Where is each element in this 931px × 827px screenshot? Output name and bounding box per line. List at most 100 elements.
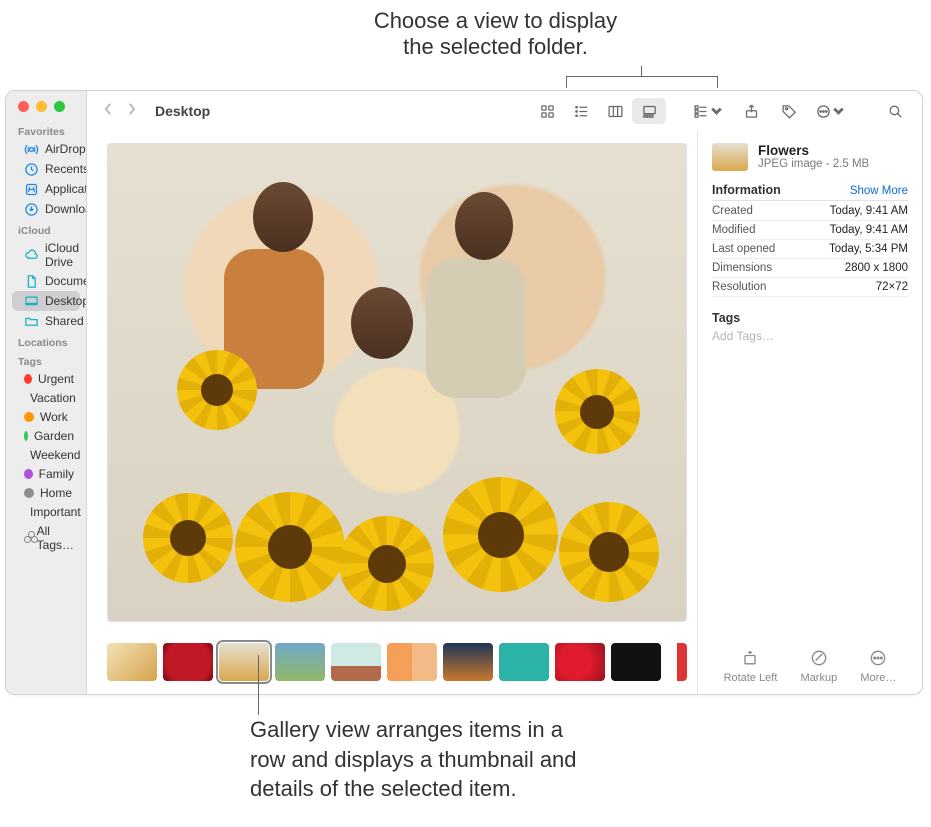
tag-button[interactable] bbox=[772, 98, 806, 124]
action-label: Markup bbox=[801, 672, 838, 684]
markup-button[interactable]: Markup bbox=[801, 648, 838, 684]
icon-view-button[interactable] bbox=[530, 98, 564, 124]
minimize-window-button[interactable] bbox=[36, 101, 47, 112]
window-title: Desktop bbox=[155, 103, 210, 119]
applications-icon bbox=[24, 182, 39, 197]
thumbnail-item[interactable] bbox=[611, 643, 661, 681]
column-view-button[interactable] bbox=[598, 98, 632, 124]
list-view-button[interactable] bbox=[564, 98, 598, 124]
sidebar-tag-garden[interactable]: Garden bbox=[12, 426, 80, 445]
sidebar-item-label: Downloads bbox=[45, 202, 87, 216]
sidebar-tag-urgent[interactable]: Urgent bbox=[12, 369, 80, 388]
sidebar-item-label: Work bbox=[40, 410, 68, 424]
annotation-bottom-text: Gallery view arranges items in a row and… bbox=[250, 717, 577, 801]
back-button[interactable] bbox=[103, 102, 114, 121]
sidebar-section-favorites: Favorites bbox=[6, 120, 86, 139]
info-key: Created bbox=[712, 205, 753, 217]
sidebar-item-documents[interactable]: Documents bbox=[12, 271, 80, 291]
thumbnail-item[interactable] bbox=[667, 643, 687, 681]
sidebar-tag-family[interactable]: Family bbox=[12, 464, 80, 483]
info-key: Modified bbox=[712, 224, 755, 236]
inspector-info-header: Information Show More bbox=[712, 183, 908, 201]
clock-icon bbox=[24, 162, 39, 177]
forward-button[interactable] bbox=[126, 102, 137, 121]
sidebar-item-airdrop[interactable]: AirDrop bbox=[12, 139, 80, 159]
sidebar-item-label: Documents bbox=[45, 274, 87, 288]
show-more-link[interactable]: Show More bbox=[850, 185, 908, 197]
downloads-icon bbox=[24, 202, 39, 217]
thumbnail-strip[interactable] bbox=[107, 630, 687, 688]
sidebar-item-icloud-drive[interactable]: iCloud Drive bbox=[12, 238, 80, 271]
info-row: CreatedToday, 9:41 AM bbox=[712, 202, 908, 221]
sidebar-item-label: Desktop bbox=[45, 294, 87, 308]
rotate-left-button[interactable]: Rotate Left bbox=[724, 648, 778, 684]
callout-stem bbox=[641, 66, 642, 76]
sidebar-tag-weekend[interactable]: Weekend bbox=[12, 445, 80, 464]
sidebar-tag-work[interactable]: Work bbox=[12, 407, 80, 426]
tag-dot-icon bbox=[24, 488, 34, 498]
search-button[interactable] bbox=[878, 98, 912, 124]
fullscreen-window-button[interactable] bbox=[54, 101, 65, 112]
action-menu-button[interactable] bbox=[810, 98, 852, 124]
thumbnail-item[interactable] bbox=[555, 643, 605, 681]
sidebar-section-locations[interactable]: Locations bbox=[6, 331, 86, 350]
more-actions-button[interactable]: More… bbox=[860, 648, 896, 684]
sidebar-item-label: AirDrop bbox=[45, 142, 86, 156]
sidebar-item-label: Important bbox=[30, 505, 81, 519]
info-row: Resolution 72×72 bbox=[712, 278, 908, 297]
info-key: Resolution bbox=[712, 281, 766, 293]
sidebar-item-applications[interactable]: Applications bbox=[12, 179, 80, 199]
action-label: Rotate Left bbox=[724, 672, 778, 684]
preview-image bbox=[108, 144, 686, 621]
info-key: Last opened bbox=[712, 243, 775, 255]
thumbnail-item[interactable] bbox=[499, 643, 549, 681]
gallery-area bbox=[87, 131, 697, 694]
sidebar-item-desktop[interactable]: Desktop bbox=[12, 291, 80, 311]
sidebar-all-tags[interactable]: All Tags… bbox=[12, 521, 80, 554]
inspector-panel: Flowers JPEG image - 2.5 MB Information … bbox=[697, 131, 922, 694]
tag-dot-icon bbox=[24, 412, 34, 422]
thumbnail-item[interactable] bbox=[387, 643, 437, 681]
sidebar-item-label: Shared bbox=[45, 314, 84, 328]
sidebar-item-label: Home bbox=[40, 486, 72, 500]
thumbnail-item[interactable] bbox=[107, 643, 157, 681]
thumbnail-item-selected[interactable] bbox=[219, 643, 269, 681]
inspector-subtitle: JPEG image - 2.5 MB bbox=[758, 158, 869, 170]
gallery-preview[interactable] bbox=[107, 143, 687, 622]
sidebar-tag-important[interactable]: Important bbox=[12, 502, 80, 521]
sidebar-item-label: Vacation bbox=[30, 391, 76, 405]
window-controls bbox=[6, 91, 86, 120]
thumbnail-item[interactable] bbox=[443, 643, 493, 681]
info-value: 72×72 bbox=[876, 281, 908, 293]
tag-dot-icon bbox=[24, 431, 28, 441]
sidebar-item-recents[interactable]: Recents bbox=[12, 159, 80, 179]
sidebar-item-label: Urgent bbox=[38, 372, 74, 386]
inspector-thumbnail bbox=[712, 143, 748, 171]
sidebar: Favorites AirDrop Recents Applications D… bbox=[6, 91, 87, 694]
sidebar-item-label: iCloud Drive bbox=[45, 241, 79, 269]
tags-header: Tags bbox=[712, 311, 908, 325]
sidebar-tag-vacation[interactable]: Vacation bbox=[12, 388, 80, 407]
toolbar: Desktop bbox=[87, 91, 922, 131]
inspector-header: Flowers JPEG image - 2.5 MB bbox=[712, 143, 908, 171]
thumbnail-item[interactable] bbox=[163, 643, 213, 681]
desktop-icon bbox=[24, 294, 39, 309]
sidebar-tag-home[interactable]: Home bbox=[12, 483, 80, 502]
add-tags-field[interactable]: Add Tags… bbox=[712, 329, 908, 343]
thumbnail-item[interactable] bbox=[275, 643, 325, 681]
thumbnail-item[interactable] bbox=[331, 643, 381, 681]
group-by-button[interactable] bbox=[688, 98, 730, 124]
information-label: Information bbox=[712, 183, 781, 197]
shared-folder-icon bbox=[24, 314, 39, 329]
all-tags-icon bbox=[24, 531, 31, 545]
annotation-top-text: Choose a view to display the selected fo… bbox=[374, 8, 617, 59]
close-window-button[interactable] bbox=[18, 101, 29, 112]
share-button[interactable] bbox=[734, 98, 768, 124]
sidebar-item-downloads[interactable]: Downloads bbox=[12, 199, 80, 219]
sidebar-item-shared[interactable]: Shared bbox=[12, 311, 80, 331]
sidebar-section-icloud: iCloud bbox=[6, 219, 86, 238]
main-area: Desktop bbox=[87, 91, 922, 694]
nav-arrows bbox=[97, 102, 143, 121]
gallery-view-button[interactable] bbox=[632, 98, 666, 124]
info-value: 2800 x 1800 bbox=[845, 262, 908, 274]
